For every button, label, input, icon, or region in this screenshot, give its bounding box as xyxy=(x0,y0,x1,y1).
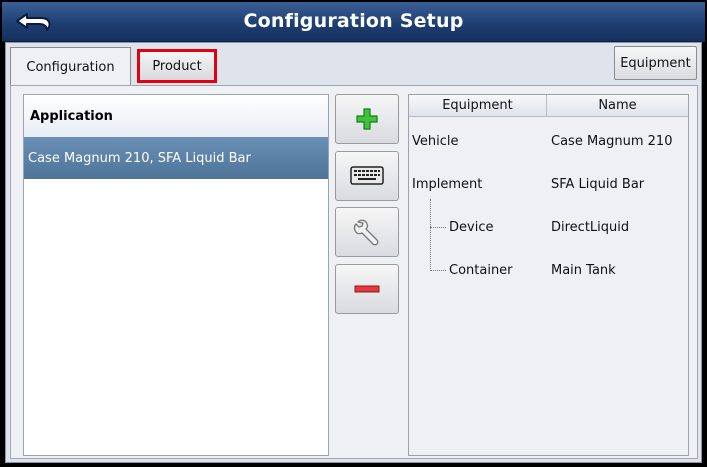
tree-connector xyxy=(430,227,446,228)
name-cell: Main Tank xyxy=(551,262,616,278)
table-row[interactable]: Implement SFA Liquid Bar xyxy=(409,174,689,194)
table-row[interactable]: Device DirectLiquid xyxy=(409,217,689,237)
page-title: Configuration Setup xyxy=(243,10,464,32)
wrench-icon xyxy=(353,219,379,246)
application-list: Application Case Magnum 210, SFA Liquid … xyxy=(23,94,329,456)
name-cell: SFA Liquid Bar xyxy=(551,176,645,192)
equipment-tree-table: Equipment Name Vehicle Case Magnum 210 I… xyxy=(408,94,689,456)
configuration-content: Application Case Magnum 210, SFA Liquid … xyxy=(10,85,698,459)
equipment-table-header: Equipment Name xyxy=(409,95,688,117)
table-row[interactable]: Container Main Tank xyxy=(409,260,689,280)
list-item[interactable]: Case Magnum 210, SFA Liquid Bar xyxy=(24,137,328,179)
column-header-equipment: Equipment xyxy=(409,95,547,116)
table-row[interactable]: Vehicle Case Magnum 210 xyxy=(409,131,689,151)
wrench-button[interactable] xyxy=(335,207,399,257)
tab-configuration[interactable]: Configuration xyxy=(10,47,131,86)
minus-icon xyxy=(354,285,380,293)
tree-connector xyxy=(430,199,431,271)
tab-equipment[interactable]: Equipment xyxy=(614,46,697,80)
column-header-name: Name xyxy=(598,98,637,113)
main-panel: Configuration Product Equipment Applicat… xyxy=(5,42,702,463)
name-cell: DirectLiquid xyxy=(551,219,630,235)
equipment-cell: Vehicle xyxy=(412,133,459,149)
app-window: Configuration Setup Configuration Produc… xyxy=(0,0,707,467)
keyboard-icon xyxy=(350,166,384,185)
plus-icon xyxy=(356,108,378,130)
name-cell: Case Magnum 210 xyxy=(551,133,673,149)
add-button[interactable] xyxy=(335,94,399,144)
equipment-cell: Device xyxy=(449,219,494,235)
remove-button[interactable] xyxy=(335,264,399,314)
application-list-header: Application xyxy=(24,95,328,137)
equipment-cell: Implement xyxy=(412,176,483,192)
equipment-cell: Container xyxy=(449,262,513,278)
tree-connector xyxy=(430,270,446,271)
tab-product[interactable]: Product xyxy=(137,49,217,83)
keyboard-button[interactable] xyxy=(335,151,399,201)
title-bar: Configuration Setup xyxy=(2,2,705,42)
